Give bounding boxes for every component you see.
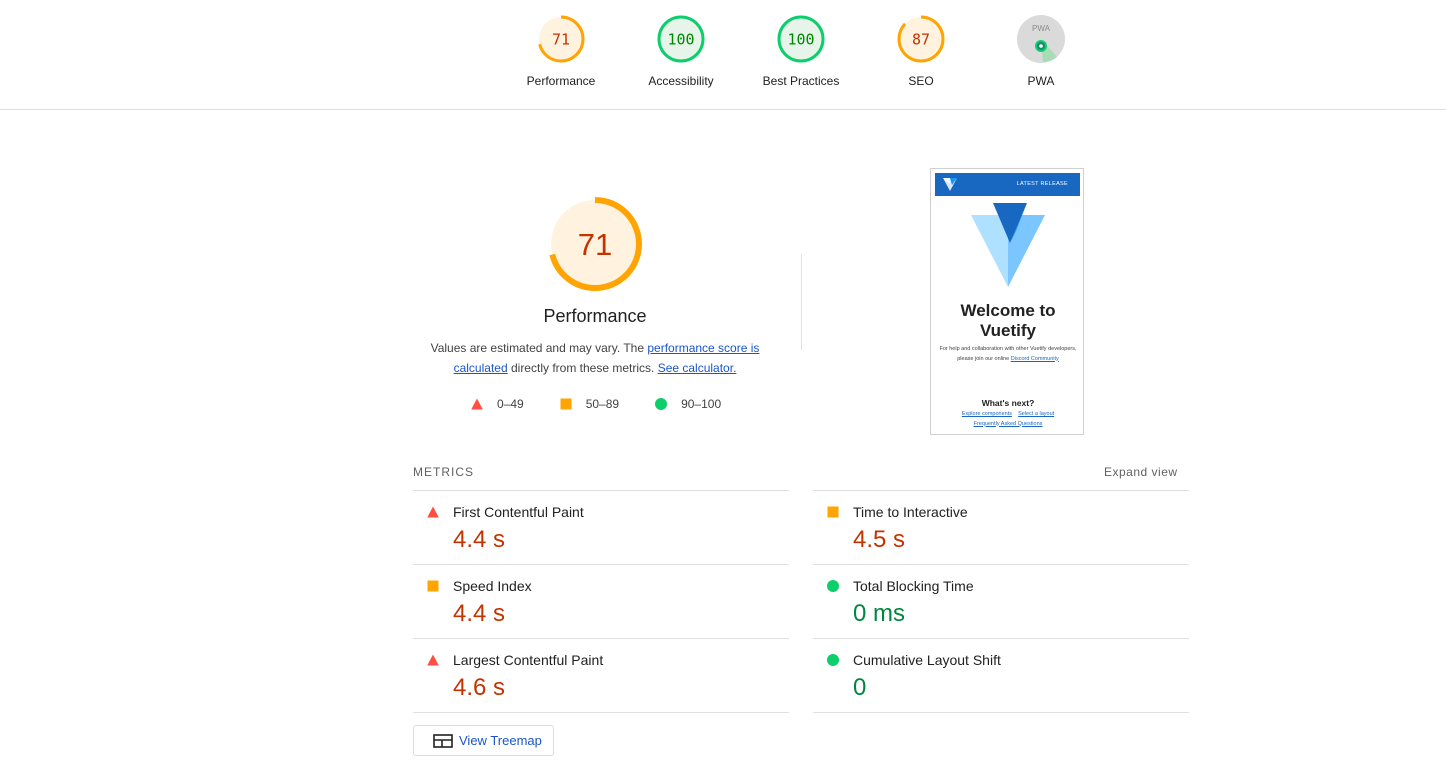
see-calculator-link[interactable]: See calculator. bbox=[658, 361, 737, 375]
metric-speed-index: Speed Index 4.4 s bbox=[413, 564, 789, 638]
metric-title: First Contentful Paint bbox=[453, 504, 584, 520]
triangle-fail-icon bbox=[427, 654, 439, 666]
gauge-label: Best Practices bbox=[762, 74, 840, 88]
gauge-label: Performance bbox=[526, 74, 596, 88]
gauge-pwa[interactable]: PWA PWA bbox=[991, 15, 1091, 88]
metric-cumulative-layout-shift: Cumulative Layout Shift 0 bbox=[813, 638, 1189, 713]
metric-largest-contentful-paint: Largest Contentful Paint 4.6 s bbox=[413, 638, 789, 713]
metric-title: Largest Contentful Paint bbox=[453, 652, 604, 668]
svg-text:87: 87 bbox=[912, 31, 930, 49]
final-screenshot-thumbnail[interactable]: LATEST RELEASE Welcome to Vuetify For he… bbox=[930, 168, 1084, 435]
metric-title: Total Blocking Time bbox=[853, 578, 974, 594]
gauge-accessibility-ring: 100 bbox=[657, 15, 705, 63]
category-gauges-bar: 71 Performance 100 Accessibility 100 Bes… bbox=[0, 0, 1446, 110]
triangle-fail-icon bbox=[427, 506, 439, 518]
gauge-best-practices[interactable]: 100 Best Practices bbox=[751, 15, 851, 88]
gauge-label: PWA bbox=[1027, 74, 1055, 88]
vuetify-logo-small-icon bbox=[943, 178, 957, 191]
gauge-label: Accessibility bbox=[648, 74, 714, 88]
svg-text:PWA: PWA bbox=[1032, 24, 1051, 33]
view-treemap-button[interactable]: View Treemap bbox=[413, 725, 554, 756]
metric-title: Speed Index bbox=[453, 578, 532, 594]
square-average-icon bbox=[560, 398, 572, 410]
metric-value: 0 bbox=[853, 674, 867, 701]
performance-score-gauge: 71 bbox=[548, 197, 642, 291]
metric-value: 4.4 s bbox=[453, 600, 506, 627]
svg-text:71: 71 bbox=[552, 31, 570, 49]
thumb-app-bar: LATEST RELEASE bbox=[935, 173, 1080, 196]
legend-fail: 0–49 bbox=[471, 397, 524, 411]
gauge-label: SEO bbox=[908, 74, 934, 88]
metric-value: 4.4 s bbox=[453, 526, 506, 553]
svg-text:100: 100 bbox=[667, 31, 694, 49]
legend-pass: 90–100 bbox=[655, 397, 721, 411]
metric-value: 4.5 s bbox=[853, 526, 906, 553]
gauge-seo-ring: 87 bbox=[897, 15, 945, 63]
circle-pass-icon bbox=[655, 398, 668, 410]
gauge-best-practices-ring: 100 bbox=[777, 15, 825, 63]
metrics-column-left: First Contentful Paint 4.4 s Speed Index… bbox=[413, 490, 789, 713]
circle-pass-icon bbox=[827, 580, 839, 592]
performance-description: Values are estimated and may vary. The p… bbox=[430, 341, 760, 375]
metric-first-contentful-paint: First Contentful Paint 4.4 s bbox=[413, 490, 789, 564]
whats-next-heading: What's next? bbox=[981, 398, 1035, 408]
help-text: For help and collaboration with other Vu… bbox=[939, 346, 1077, 362]
gauge-performance-ring: 71 bbox=[537, 15, 585, 63]
latest-release-label: LATEST RELEASE bbox=[1016, 181, 1068, 187]
metric-total-blocking-time: Total Blocking Time 0 ms bbox=[813, 564, 1189, 638]
pwa-badge-icon: PWA bbox=[1017, 15, 1065, 63]
square-average-icon bbox=[827, 506, 839, 518]
legend-average: 50–89 bbox=[560, 397, 619, 411]
vuetify-logo-icon bbox=[971, 203, 1045, 287]
metric-title: Time to Interactive bbox=[853, 504, 968, 520]
metric-title: Cumulative Layout Shift bbox=[853, 652, 1001, 668]
expand-view-toggle[interactable]: Expand view bbox=[1104, 465, 1178, 479]
thumb-links: Explore components Select a layout Frequ… bbox=[961, 411, 1055, 427]
svg-text:100: 100 bbox=[787, 31, 814, 49]
gauge-performance[interactable]: 71 Performance bbox=[511, 15, 611, 88]
treemap-icon bbox=[433, 733, 453, 748]
metric-value: 0 ms bbox=[853, 600, 906, 627]
metric-value: 4.6 s bbox=[453, 674, 506, 701]
metrics-column-right: Time to Interactive 4.5 s Total Blocking… bbox=[813, 490, 1189, 713]
triangle-fail-icon bbox=[471, 398, 483, 410]
gauge-seo[interactable]: 87 SEO bbox=[871, 15, 971, 88]
circle-pass-icon bbox=[827, 654, 839, 666]
welcome-heading: Welcome to Vuetify bbox=[960, 301, 1056, 340]
metrics-header: METRICS bbox=[413, 465, 474, 479]
performance-title: Performance bbox=[543, 306, 647, 326]
score-legend: 0–49 50–89 90–100 bbox=[471, 397, 757, 411]
view-treemap-label: View Treemap bbox=[459, 733, 542, 748]
vertical-divider bbox=[801, 254, 802, 350]
gauge-accessibility[interactable]: 100 Accessibility bbox=[631, 15, 731, 88]
performance-score-value: 71 bbox=[578, 227, 612, 262]
square-average-icon bbox=[427, 580, 439, 592]
metric-time-to-interactive: Time to Interactive 4.5 s bbox=[813, 490, 1189, 564]
